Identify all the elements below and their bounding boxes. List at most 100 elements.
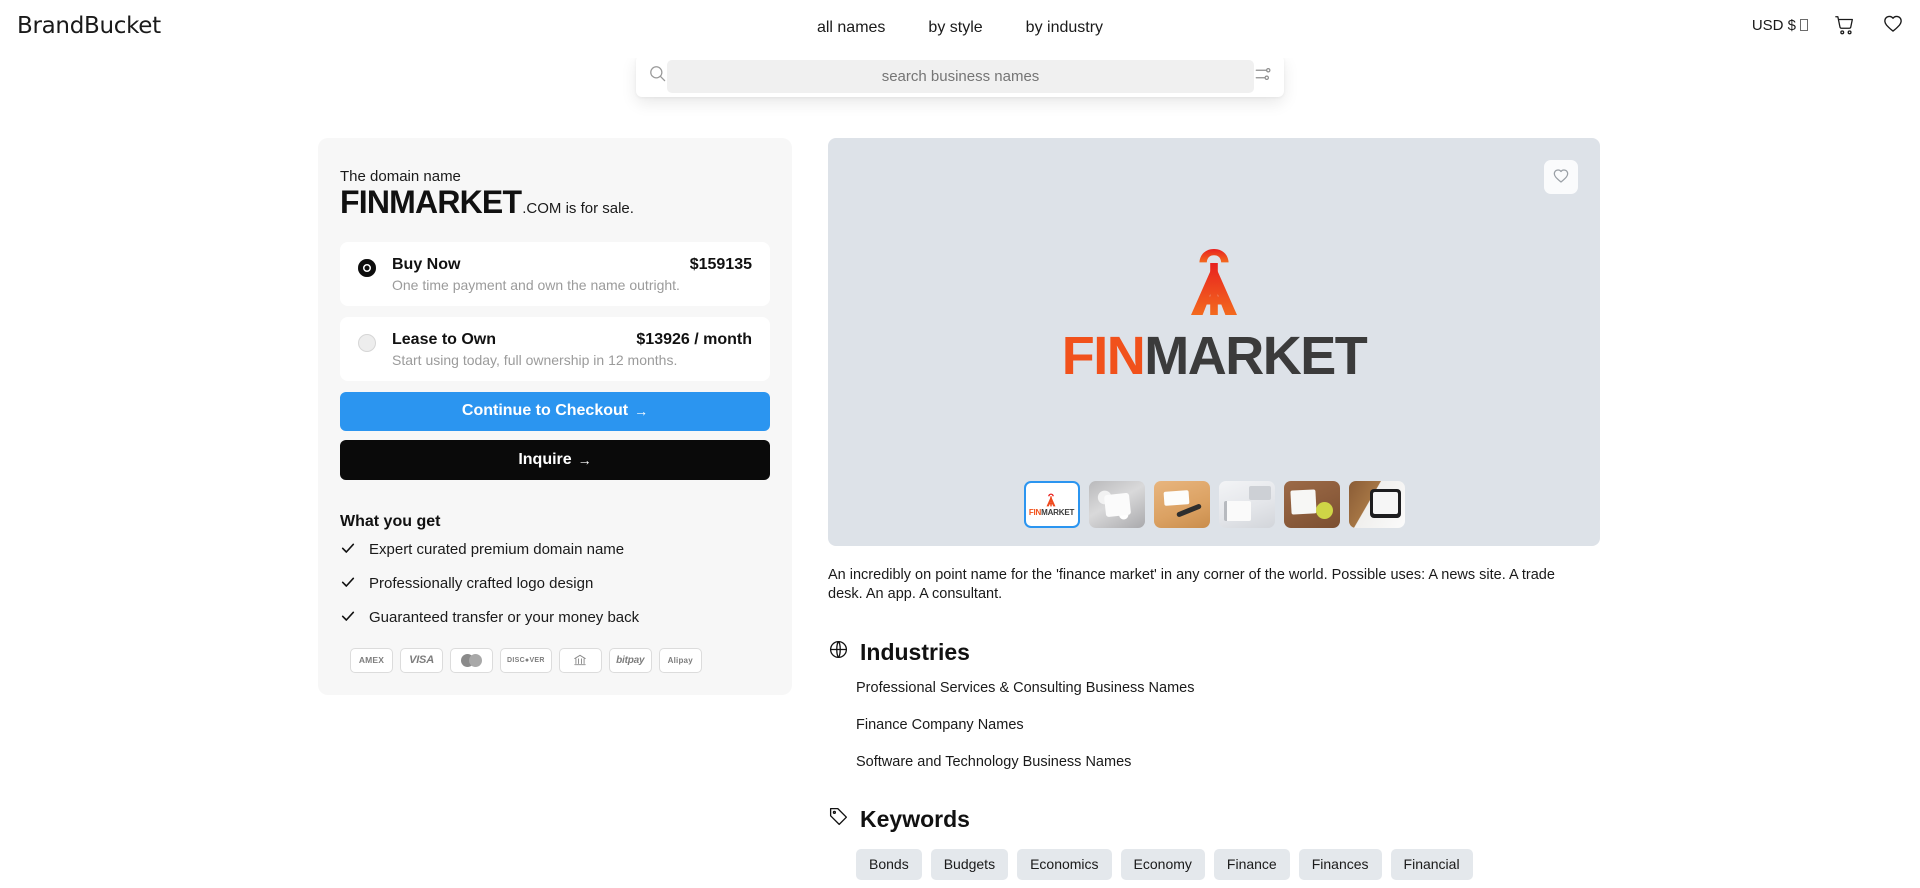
logo-text-first: FIN (1061, 326, 1146, 386)
lease-title: Lease to Own (392, 330, 497, 348)
buy-now-row: Buy Now $159135 (392, 256, 752, 274)
search-input[interactable] (679, 59, 1242, 93)
payment-alipay-label: Alipay (667, 655, 693, 665)
buy-now-title: Buy Now (392, 255, 461, 273)
keywords-section: Keywords Bonds Budgets Economics Economy… (828, 806, 1600, 881)
payment-discover-label: DISC●VER (507, 656, 545, 664)
search-bar (636, 55, 1284, 97)
brand-logo[interactable]: BrandBucket (17, 13, 161, 39)
payment-mastercard-icon (450, 647, 493, 673)
site-header: BrandBucket all names by style by indust… (0, 0, 1920, 58)
domain-prefix-label: The domain name (340, 168, 461, 185)
industry-link[interactable]: Software and Technology Business Names (856, 754, 1600, 770)
list-item: Guaranteed transfer or your money back (340, 608, 770, 628)
page-body: The domain name FINMARKET .COM is for sa… (0, 58, 1920, 888)
keyword-chip[interactable]: Economics (1017, 849, 1112, 881)
wishlist-heart-icon[interactable] (1882, 14, 1904, 36)
thumbnail-mockup-notebook-laptop[interactable] (1218, 481, 1275, 528)
pricing-option-buy-now[interactable]: Buy Now $159135 One time payment and own… (340, 241, 770, 306)
continue-to-checkout-button[interactable]: Continue to Checkout → (340, 391, 770, 431)
payment-alipay-icon: Alipay (658, 647, 702, 673)
thumbnail-strip: FINMARKET (828, 481, 1600, 528)
globe-icon (828, 639, 849, 666)
domain-headline: FINMARKET .COM is for sale. (340, 184, 770, 220)
payment-bank-icon (558, 647, 602, 673)
inquire-button[interactable]: Inquire → (340, 439, 770, 480)
favorite-button[interactable] (1544, 160, 1578, 194)
industries-list: Professional Services & Consulting Busin… (828, 680, 1600, 770)
keyword-chip[interactable]: Budgets (930, 849, 1009, 881)
search-icon (648, 64, 667, 88)
logo-text-second: MARKET (1144, 326, 1367, 386)
currency-label: USD $ (1751, 16, 1796, 34)
list-item-label: Expert curated premium domain name (369, 541, 625, 559)
checkout-label: Continue to Checkout (461, 402, 629, 420)
domain-suffix: .COM is for sale. (522, 200, 634, 217)
payment-visa-label: VISA (409, 654, 434, 667)
shopping-bag-a-icon (1175, 246, 1253, 323)
logo-artwork: FINMARKET (1061, 246, 1368, 386)
list-item: Professionally crafted logo design (340, 574, 770, 594)
industries-heading: Industries (828, 639, 1600, 666)
search-bar-container (0, 55, 1920, 97)
domain-name: FINMARKET (340, 184, 522, 220)
nav-item-by-industry[interactable]: by industry (1026, 20, 1103, 36)
what-you-get-list: Expert curated premium domain name Profe… (340, 540, 770, 628)
search-input-wrapper[interactable] (667, 59, 1254, 93)
keyword-chip[interactable]: Financial (1390, 849, 1473, 881)
radio-lease-to-own[interactable] (358, 333, 376, 352)
detail-column: FINMARKET FINMARKET An incredibly on poi… (828, 138, 1600, 881)
industry-link[interactable]: Finance Company Names (856, 717, 1600, 733)
filter-sliders-icon[interactable] (1254, 65, 1272, 88)
arrow-right-icon: → (577, 451, 592, 468)
logo-preview: FINMARKET FINMARKET (828, 138, 1600, 546)
thumbnail-mockup-tablet-wood[interactable] (1348, 481, 1405, 528)
what-you-get-title: What you get (340, 512, 441, 530)
keyword-chip[interactable]: Finances (1298, 849, 1382, 881)
pricing-option-lease-to-own[interactable]: Lease to Own $13926 / month Start using … (340, 316, 770, 381)
industry-link[interactable]: Professional Services & Consulting Busin… (856, 680, 1600, 696)
thumbnail-logo[interactable]: FINMARKET (1023, 481, 1080, 528)
keyword-chip[interactable]: Finance (1213, 849, 1290, 881)
check-icon (340, 608, 356, 628)
industries-section: Industries Professional Services & Consu… (828, 639, 1600, 770)
mastercard-circles (461, 653, 482, 667)
keyword-chip[interactable]: Bonds (856, 849, 922, 881)
payment-discover-icon: DISC●VER (500, 647, 552, 673)
keywords-heading: Keywords (828, 806, 1600, 833)
thumb-text-first: FIN (1028, 507, 1042, 517)
currency-selector[interactable]: USD $ (1752, 17, 1808, 34)
buy-now-subtitle: One time payment and own the name outrig… (392, 276, 680, 293)
buy-now-body: Buy Now $159135 One time payment and own… (392, 256, 752, 293)
shopping-cart-icon[interactable] (1834, 14, 1856, 36)
keyword-chips: Bonds Budgets Economics Economy Finance … (828, 849, 1600, 881)
payment-bitpay-label: bitpay (616, 654, 645, 666)
list-item-label: Guaranteed transfer or your money back (369, 609, 640, 627)
radio-buy-now[interactable] (358, 258, 376, 277)
keywords-title: Keywords (860, 806, 970, 833)
list-item-label: Professionally crafted logo design (369, 575, 594, 593)
payment-amex-icon: AMEX (350, 647, 393, 673)
keyword-chip[interactable]: Economy (1120, 849, 1205, 881)
payment-bitpay-icon: bitpay (608, 647, 652, 673)
chevron-down-icon (1800, 19, 1808, 31)
tag-icon (828, 806, 849, 833)
nav-item-all-names[interactable]: all names (817, 20, 885, 36)
check-icon (340, 574, 356, 594)
thumbnail-logo-art: FINMARKET (1029, 493, 1074, 517)
arrow-right-icon: → (634, 403, 649, 420)
payment-visa-icon: VISA (400, 647, 443, 673)
thumbnail-mockup-desk-gray[interactable] (1088, 481, 1145, 528)
check-icon (340, 540, 356, 560)
nav-item-by-style[interactable]: by style (928, 20, 982, 36)
thumbnail-mockup-notebook-coffee[interactable] (1283, 481, 1340, 528)
list-item: Expert curated premium domain name (340, 540, 770, 560)
payment-amex-label: AMEX (358, 655, 385, 666)
payment-methods: AMEX VISA DISC●VER bitpay Alipay (340, 647, 770, 673)
thumbnail-wordmark: FINMARKET (1028, 507, 1075, 517)
lease-row: Lease to Own $13926 / month (392, 331, 752, 349)
purchase-panel: The domain name FINMARKET .COM is for sa… (318, 138, 792, 695)
thumbnail-mockup-card-glasses[interactable] (1153, 481, 1210, 528)
logo-wordmark: FINMARKET (1061, 326, 1368, 386)
header-actions: USD $ (1752, 14, 1904, 36)
